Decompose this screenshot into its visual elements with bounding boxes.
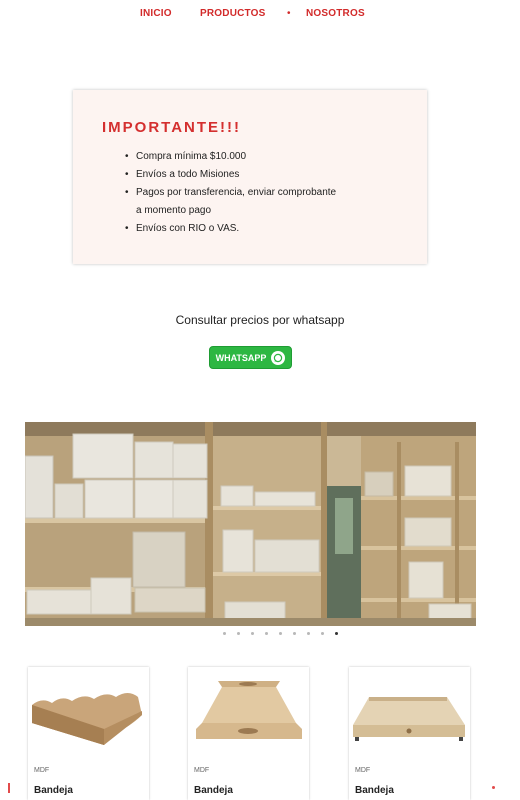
slider-dot[interactable] [306, 632, 310, 635]
whatsapp-prompt: Consultar precios por whatsapp [175, 313, 345, 327]
product-category: MDF [355, 767, 371, 774]
slider-dot[interactable] [278, 632, 282, 635]
notice-item: Envíos con RIO o VAS. [125, 220, 415, 238]
notice-item-continued: a momento pago [136, 205, 212, 216]
product-category: MDF [194, 767, 210, 774]
product-category: MDF [34, 767, 50, 774]
scroll-indicator-right [492, 786, 495, 789]
important-notice-card: IMPORTANTE!!! Compra mínima $10.000 Enví… [73, 90, 427, 264]
nav-link-nosotros[interactable]: NOSOTROS [306, 8, 365, 19]
scroll-indicator-left [8, 783, 10, 793]
workshop-shelves-image [25, 422, 476, 626]
whatsapp-icon [271, 350, 286, 365]
slider-pagination [0, 632, 520, 640]
product-name: Bandeja [34, 785, 73, 796]
product-name: Bandeja [355, 785, 394, 796]
whatsapp-button[interactable]: WHATSAPP [209, 346, 292, 369]
notice-item: Pagos por transferencia, enviar comproba… [125, 184, 415, 202]
product-image-tray-flat [349, 667, 470, 759]
slider-dot[interactable] [292, 632, 296, 635]
product-image-tray-scalloped [28, 667, 149, 759]
hero-slider[interactable] [25, 422, 476, 626]
nav-link-inicio[interactable]: INICIO [140, 8, 172, 19]
product-name: Bandeja [194, 785, 233, 796]
nav-link-productos[interactable]: PRODUCTOS [200, 8, 266, 19]
product-card[interactable]: MDF Bandeja [349, 667, 470, 800]
whatsapp-button-label: WHATSAPP [215, 352, 267, 363]
notice-list: Compra mínima $10.000 Envíos a todo Misi… [125, 148, 415, 238]
top-nav: INICIO PRODUCTOS • NOSOTROS [0, 8, 520, 24]
slider-dot[interactable] [320, 632, 324, 635]
product-card[interactable]: MDF Bandeja [188, 667, 309, 800]
slider-dot[interactable] [264, 632, 268, 635]
slider-dot[interactable] [222, 632, 226, 635]
product-card[interactable]: MDF Bandeja [28, 667, 149, 800]
notice-item: Envíos a todo Misiones [125, 166, 415, 184]
slider-dot-active[interactable] [334, 632, 338, 635]
notice-item: Compra mínima $10.000 [125, 148, 415, 166]
slider-dot[interactable] [250, 632, 254, 635]
slider-dot[interactable] [236, 632, 240, 635]
nav-separator: • [287, 8, 291, 19]
notice-title: IMPORTANTE!!! [102, 119, 242, 136]
product-image-tray-handles [188, 667, 309, 759]
